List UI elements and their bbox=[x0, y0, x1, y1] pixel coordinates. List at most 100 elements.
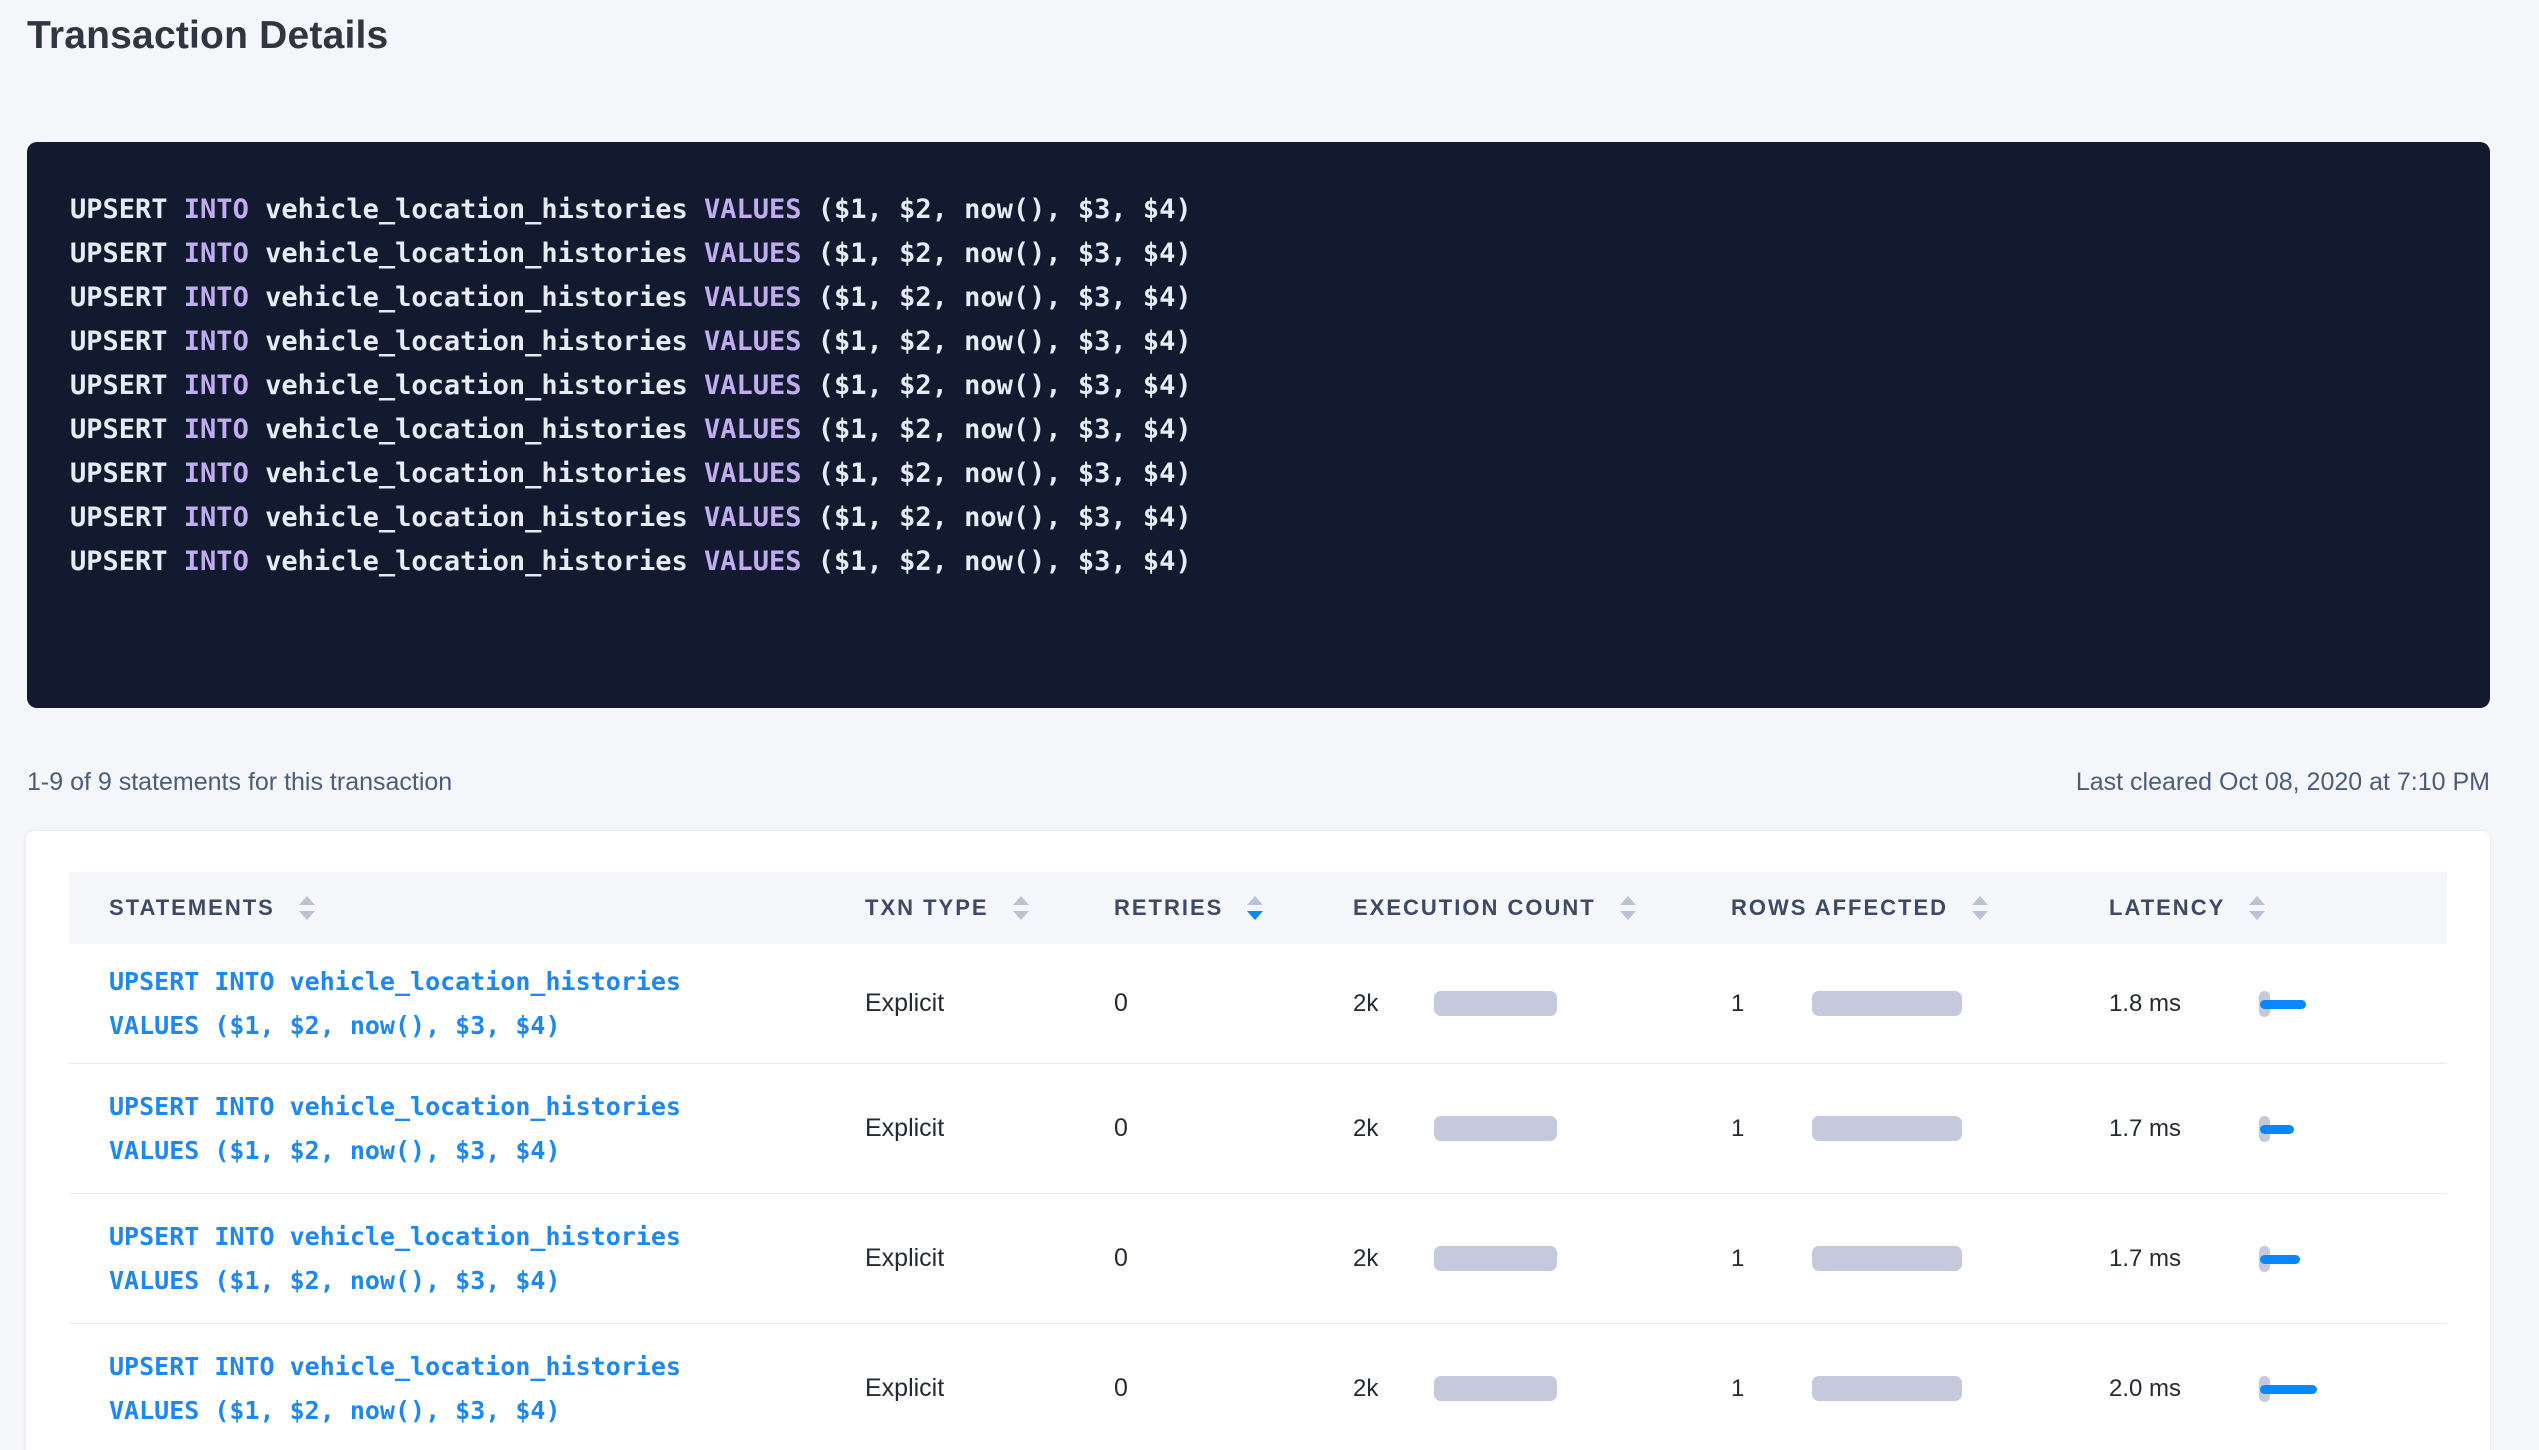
column-header-label: ROWS AFFECTED bbox=[1731, 895, 1948, 921]
rows-affected-cell: 1 bbox=[1691, 1194, 2069, 1323]
sql-statement-line: UPSERT INTO vehicle_location_histories V… bbox=[70, 276, 2450, 320]
retries-value: 0 bbox=[1114, 1114, 1128, 1143]
sort-toggle[interactable] bbox=[1620, 896, 1636, 920]
sort-asc-icon[interactable] bbox=[299, 896, 315, 905]
statement-cell: UPSERT INTO vehicle_location_historiesVA… bbox=[69, 1324, 825, 1450]
sort-asc-icon[interactable] bbox=[1247, 896, 1263, 905]
column-header-retries[interactable]: RETRIES bbox=[1074, 872, 1313, 944]
latency-cell: 1.7 ms bbox=[2069, 1064, 2447, 1193]
txn-type-value: Explicit bbox=[865, 1244, 944, 1273]
sort-asc-icon[interactable] bbox=[1013, 896, 1029, 905]
sort-toggle[interactable] bbox=[2249, 896, 2265, 920]
rows-affected-bar bbox=[1812, 1116, 1962, 1141]
statement-link[interactable]: UPSERT INTO vehicle_location_historiesVA… bbox=[109, 960, 681, 1048]
statement-line-1: UPSERT INTO vehicle_location_histories bbox=[109, 1085, 681, 1129]
sql-statements-box: UPSERT INTO vehicle_location_histories V… bbox=[27, 142, 2490, 708]
latency-bar-chart bbox=[2259, 1112, 2349, 1146]
retries-cell: 0 bbox=[1074, 1324, 1313, 1450]
sort-desc-icon[interactable] bbox=[1972, 911, 1988, 920]
statement-link[interactable]: UPSERT INTO vehicle_location_historiesVA… bbox=[109, 1085, 681, 1173]
page-title: Transaction Details bbox=[27, 14, 388, 58]
statement-cell: UPSERT INTO vehicle_location_historiesVA… bbox=[69, 1194, 825, 1323]
latency-bar-chart bbox=[2259, 1242, 2349, 1276]
table-row: UPSERT INTO vehicle_location_historiesVA… bbox=[69, 1064, 2447, 1194]
latency-bar bbox=[2260, 1385, 2317, 1394]
execution-count-bar bbox=[1434, 1116, 1557, 1141]
txn-type-cell: Explicit bbox=[825, 1324, 1074, 1450]
retries-cell: 0 bbox=[1074, 944, 1313, 1063]
column-header-txn-type[interactable]: TXN TYPE bbox=[825, 872, 1074, 944]
column-header-statements[interactable]: STATEMENTS bbox=[69, 872, 825, 944]
column-header-label: STATEMENTS bbox=[109, 895, 275, 921]
execution-count-value: 2k bbox=[1353, 1115, 1401, 1143]
rows-affected-bar bbox=[1812, 991, 1962, 1016]
execution-count-cell: 2k bbox=[1313, 1324, 1691, 1450]
latency-bar-chart bbox=[2259, 987, 2349, 1021]
txn-type-value: Explicit bbox=[865, 989, 944, 1018]
txn-type-cell: Explicit bbox=[825, 1194, 1074, 1323]
retries-value: 0 bbox=[1114, 1244, 1128, 1273]
sql-statement-line: UPSERT INTO vehicle_location_histories V… bbox=[70, 188, 2450, 232]
latency-bar bbox=[2260, 1000, 2306, 1009]
execution-count-value: 2k bbox=[1353, 990, 1401, 1018]
sort-asc-icon[interactable] bbox=[1620, 896, 1636, 905]
sql-statement-line: UPSERT INTO vehicle_location_histories V… bbox=[70, 452, 2450, 496]
txn-type-value: Explicit bbox=[865, 1374, 944, 1403]
statement-link[interactable]: UPSERT INTO vehicle_location_historiesVA… bbox=[109, 1345, 681, 1433]
statement-line-2: VALUES ($1, $2, now(), $3, $4) bbox=[109, 1004, 681, 1048]
sort-toggle[interactable] bbox=[1247, 896, 1263, 920]
table-row: UPSERT INTO vehicle_location_historiesVA… bbox=[69, 1324, 2447, 1450]
column-header-rows-affected[interactable]: ROWS AFFECTED bbox=[1691, 872, 2069, 944]
column-header-label: EXECUTION COUNT bbox=[1353, 895, 1596, 921]
sort-desc-icon[interactable] bbox=[1247, 911, 1263, 920]
sort-asc-icon[interactable] bbox=[2249, 896, 2265, 905]
sort-toggle[interactable] bbox=[299, 896, 315, 920]
execution-count-bar bbox=[1434, 991, 1557, 1016]
latency-cell: 1.8 ms bbox=[2069, 944, 2447, 1063]
sort-toggle[interactable] bbox=[1013, 896, 1029, 920]
sort-desc-icon[interactable] bbox=[1620, 911, 1636, 920]
latency-value: 1.7 ms bbox=[2109, 1115, 2219, 1143]
execution-count-cell: 2k bbox=[1313, 1064, 1691, 1193]
latency-bar bbox=[2260, 1255, 2300, 1264]
last-cleared-text: Last cleared Oct 08, 2020 at 7:10 PM bbox=[2076, 768, 2490, 797]
sort-desc-icon[interactable] bbox=[2249, 911, 2265, 920]
sql-statement-line: UPSERT INTO vehicle_location_histories V… bbox=[70, 364, 2450, 408]
txn-type-cell: Explicit bbox=[825, 1064, 1074, 1193]
execution-count-value: 2k bbox=[1353, 1375, 1401, 1403]
sort-desc-icon[interactable] bbox=[299, 911, 315, 920]
retries-cell: 0 bbox=[1074, 1064, 1313, 1193]
execution-count-value: 2k bbox=[1353, 1245, 1401, 1273]
rows-affected-bar bbox=[1812, 1376, 1962, 1401]
sql-statement-line: UPSERT INTO vehicle_location_histories V… bbox=[70, 320, 2450, 364]
statement-line-2: VALUES ($1, $2, now(), $3, $4) bbox=[109, 1389, 681, 1433]
column-header-label: LATENCY bbox=[2109, 895, 2225, 921]
column-header-latency[interactable]: LATENCY bbox=[2069, 872, 2447, 944]
statement-line-1: UPSERT INTO vehicle_location_histories bbox=[109, 1215, 681, 1259]
latency-bar-chart bbox=[2259, 1372, 2349, 1406]
retries-cell: 0 bbox=[1074, 1194, 1313, 1323]
latency-value: 1.7 ms bbox=[2109, 1245, 2219, 1273]
latency-cell: 1.7 ms bbox=[2069, 1194, 2447, 1323]
execution-count-bar bbox=[1434, 1376, 1557, 1401]
statement-cell: UPSERT INTO vehicle_location_historiesVA… bbox=[69, 1064, 825, 1193]
sort-asc-icon[interactable] bbox=[1972, 896, 1988, 905]
table-row: UPSERT INTO vehicle_location_historiesVA… bbox=[69, 1194, 2447, 1324]
sort-toggle[interactable] bbox=[1972, 896, 1988, 920]
column-header-execution-count[interactable]: EXECUTION COUNT bbox=[1313, 872, 1691, 944]
rows-affected-cell: 1 bbox=[1691, 1324, 2069, 1450]
statements-count-text: 1-9 of 9 statements for this transaction bbox=[27, 768, 452, 797]
retries-value: 0 bbox=[1114, 989, 1128, 1018]
table-body: UPSERT INTO vehicle_location_historiesVA… bbox=[69, 944, 2447, 1450]
statements-table-card: STATEMENTS TXN TYPE RETRIES EXECUTION COUNT… bbox=[26, 831, 2490, 1450]
statement-line-1: UPSERT INTO vehicle_location_histories bbox=[109, 960, 681, 1004]
rows-affected-cell: 1 bbox=[1691, 1064, 2069, 1193]
column-header-label: RETRIES bbox=[1114, 895, 1223, 921]
statement-line-1: UPSERT INTO vehicle_location_histories bbox=[109, 1345, 681, 1389]
statement-cell: UPSERT INTO vehicle_location_historiesVA… bbox=[69, 944, 825, 1063]
statement-link[interactable]: UPSERT INTO vehicle_location_historiesVA… bbox=[109, 1215, 681, 1303]
statement-line-2: VALUES ($1, $2, now(), $3, $4) bbox=[109, 1259, 681, 1303]
latency-bar bbox=[2260, 1125, 2294, 1134]
rows-affected-value: 1 bbox=[1731, 1375, 1779, 1403]
sort-desc-icon[interactable] bbox=[1013, 911, 1029, 920]
